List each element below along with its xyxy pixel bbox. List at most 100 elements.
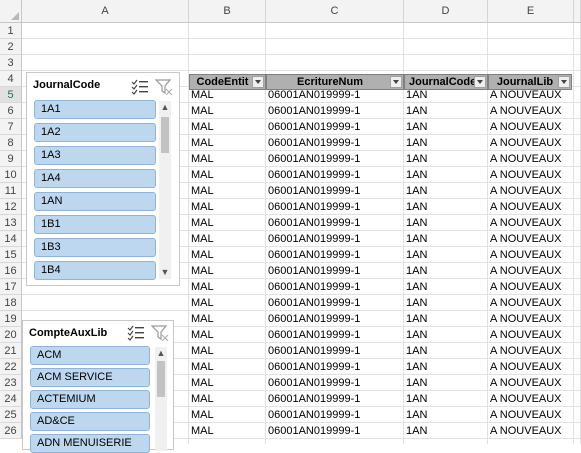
table-cell[interactable]: MAL — [189, 151, 266, 167]
table-cell[interactable]: 1AN — [404, 279, 488, 295]
multi-select-icon[interactable] — [131, 79, 149, 95]
column-header[interactable] — [574, 0, 581, 23]
table-cell[interactable]: A NOUVEAUX — [488, 215, 572, 231]
table-cell[interactable]: 1AN — [404, 215, 488, 231]
column-header[interactable]: D — [404, 0, 488, 23]
table-cell[interactable]: MAL — [189, 295, 266, 311]
clear-filter-icon[interactable] — [151, 325, 169, 341]
table-cell[interactable]: 06001AN019999-1 — [266, 279, 404, 295]
table-cell[interactable]: 06001AN019999-1 — [266, 407, 404, 423]
table-cell[interactable]: 1AN — [404, 327, 488, 343]
slicer-item[interactable]: ACM — [30, 346, 150, 365]
table-cell[interactable]: MAL — [189, 215, 266, 231]
table-cell[interactable]: MAL — [189, 199, 266, 215]
table-cell[interactable]: 1AN — [404, 199, 488, 215]
slicer-item[interactable]: 1B1 — [34, 215, 156, 234]
table-cell[interactable]: 06001AN019999-1 — [266, 87, 404, 103]
row-header[interactable]: 10 — [0, 167, 22, 183]
table-cell[interactable]: 1AN — [404, 375, 488, 391]
row-header[interactable]: 17 — [0, 279, 22, 295]
row-header[interactable]: 14 — [0, 231, 22, 247]
column-header[interactable]: A — [22, 0, 189, 23]
table-cell[interactable]: A NOUVEAUX — [488, 183, 572, 199]
slicer-item[interactable]: 1B3 — [34, 238, 156, 257]
slicer-item[interactable]: ACM SERVICE — [30, 368, 150, 387]
table-cell[interactable]: 06001AN019999-1 — [266, 327, 404, 343]
table-cell[interactable]: 06001AN019999-1 — [266, 295, 404, 311]
row-header[interactable]: 6 — [0, 103, 22, 119]
row-header[interactable]: 21 — [0, 343, 22, 359]
row-header[interactable]: 3 — [0, 55, 22, 71]
table-cell[interactable]: 06001AN019999-1 — [266, 119, 404, 135]
table-cell[interactable]: 06001AN019999-1 — [266, 151, 404, 167]
clear-filter-icon[interactable] — [155, 79, 173, 95]
table-cell[interactable]: MAL — [189, 231, 266, 247]
table-cell[interactable]: MAL — [189, 119, 266, 135]
slicer-scrollbar[interactable]: ▲ — [155, 347, 167, 451]
row-header[interactable]: 16 — [0, 263, 22, 279]
table-cell[interactable]: A NOUVEAUX — [488, 375, 572, 391]
table-cell[interactable]: MAL — [189, 103, 266, 119]
table-cell[interactable]: 06001AN019999-1 — [266, 103, 404, 119]
table-cell[interactable]: 06001AN019999-1 — [266, 199, 404, 215]
table-cell[interactable]: A NOUVEAUX — [488, 279, 572, 295]
table-cell[interactable]: 06001AN019999-1 — [266, 311, 404, 327]
table-cell[interactable]: MAL — [189, 247, 266, 263]
slicer-item[interactable]: 1B4 — [34, 261, 156, 280]
table-cell[interactable]: A NOUVEAUX — [488, 263, 572, 279]
slicer-item[interactable]: 1A1 — [34, 100, 156, 119]
table-cell[interactable]: A NOUVEAUX — [488, 295, 572, 311]
table-cell[interactable]: A NOUVEAUX — [488, 119, 572, 135]
table-cell[interactable]: MAL — [189, 167, 266, 183]
row-header[interactable]: 13 — [0, 215, 22, 231]
table-cell[interactable]: MAL — [189, 343, 266, 359]
row-header[interactable]: 26 — [0, 423, 22, 439]
table-cell[interactable]: A NOUVEAUX — [488, 135, 572, 151]
table-cell[interactable]: A NOUVEAUX — [488, 247, 572, 263]
table-cell[interactable]: MAL — [189, 183, 266, 199]
table-cell[interactable]: 06001AN019999-1 — [266, 343, 404, 359]
table-cell[interactable]: 06001AN019999-1 — [266, 135, 404, 151]
slicer-item[interactable]: 1A4 — [34, 169, 156, 188]
table-cell[interactable]: 1AN — [404, 311, 488, 327]
table-cell[interactable]: 1AN — [404, 87, 488, 103]
table-cell[interactable]: 1AN — [404, 151, 488, 167]
scroll-thumb[interactable] — [161, 117, 169, 153]
table-cell[interactable]: 1AN — [404, 263, 488, 279]
slicer-item[interactable]: ACTEMIUM — [30, 390, 150, 409]
table-cell[interactable]: 1AN — [404, 167, 488, 183]
table-cell[interactable]: MAL — [189, 407, 266, 423]
table-cell[interactable]: 1AN — [404, 407, 488, 423]
table-cell[interactable]: 1AN — [404, 231, 488, 247]
slicer-scrollbar[interactable]: ▲ ▼ — [159, 101, 171, 279]
table-cell[interactable]: MAL — [189, 359, 266, 375]
table-cell[interactable]: A NOUVEAUX — [488, 391, 572, 407]
table-cell[interactable]: A NOUVEAUX — [488, 407, 572, 423]
row-header[interactable]: 23 — [0, 375, 22, 391]
table-cell[interactable]: MAL — [189, 423, 266, 439]
table-cell[interactable]: 1AN — [404, 343, 488, 359]
scroll-up-arrow[interactable]: ▲ — [160, 102, 170, 112]
table-cell[interactable]: 1AN — [404, 423, 488, 439]
column-header[interactable]: E — [488, 0, 574, 23]
table-cell[interactable]: A NOUVEAUX — [488, 423, 572, 439]
table-cell[interactable]: MAL — [189, 391, 266, 407]
table-cell[interactable]: A NOUVEAUX — [488, 103, 572, 119]
multi-select-icon[interactable] — [127, 325, 145, 341]
table-cell[interactable]: MAL — [189, 135, 266, 151]
table-cell[interactable]: 06001AN019999-1 — [266, 391, 404, 407]
select-all-corner[interactable] — [0, 0, 22, 23]
row-header[interactable]: 7 — [0, 119, 22, 135]
table-cell[interactable]: A NOUVEAUX — [488, 151, 572, 167]
table-cell[interactable]: 06001AN019999-1 — [266, 247, 404, 263]
table-cell[interactable]: A NOUVEAUX — [488, 167, 572, 183]
column-header[interactable]: C — [266, 0, 404, 23]
table-cell[interactable]: 1AN — [404, 119, 488, 135]
table-cell[interactable]: MAL — [189, 375, 266, 391]
column-header[interactable]: B — [189, 0, 266, 23]
slicer-item[interactable]: 1A2 — [34, 123, 156, 142]
scroll-thumb[interactable] — [157, 361, 165, 397]
row-header[interactable]: 9 — [0, 151, 22, 167]
table-cell[interactable]: A NOUVEAUX — [488, 231, 572, 247]
table-cell[interactable]: A NOUVEAUX — [488, 327, 572, 343]
